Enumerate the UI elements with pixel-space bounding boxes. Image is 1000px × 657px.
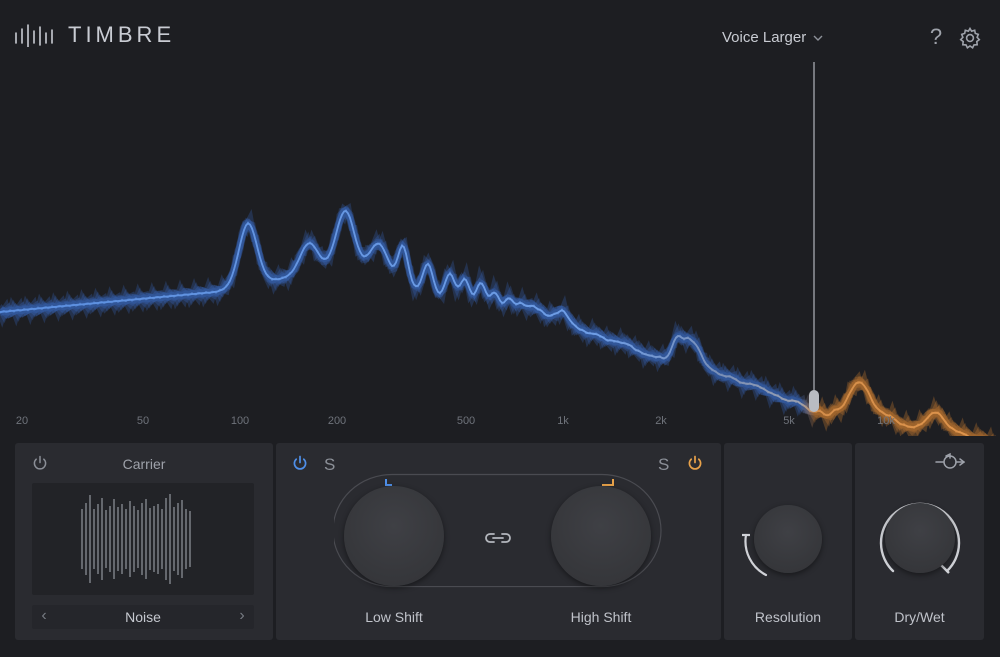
low-shift-knob[interactable] — [344, 486, 444, 586]
low-shift-label: Low Shift — [365, 609, 423, 625]
low-power-icon[interactable] — [291, 454, 309, 472]
high-shift-knob[interactable] — [551, 486, 651, 586]
carrier-name[interactable]: Noise — [32, 609, 254, 625]
link-icon[interactable] — [483, 530, 513, 546]
preset-dropdown[interactable]: Voice Larger — [722, 29, 824, 46]
crossover-handle[interactable] — [809, 390, 819, 412]
drywet-knob[interactable] — [885, 503, 955, 573]
freq-label: 10k — [877, 415, 895, 427]
freq-label: 200 — [327, 415, 347, 427]
gear-icon[interactable] — [958, 26, 982, 50]
app-logo: TIMBRE — [14, 22, 175, 48]
drywet-panel: Dry/Wet — [855, 443, 984, 640]
freq-label: 20 — [15, 415, 29, 427]
header: TIMBRE Voice Larger ? — [0, 0, 1000, 62]
freq-label: 1k — [557, 415, 569, 427]
resolution-panel: Resolution — [724, 443, 852, 640]
spectrum-display[interactable] — [0, 62, 1000, 436]
drywet-label: Dry/Wet — [894, 609, 945, 625]
spectrum-glow-trace — [0, 202, 996, 436]
carrier-title: Carrier — [122, 456, 166, 472]
next-carrier-button[interactable]: › — [232, 607, 252, 625]
freq-label: 50 — [136, 415, 150, 427]
freq-label: 5k — [783, 415, 795, 427]
high-power-icon[interactable] — [686, 454, 704, 472]
freq-label: 100 — [230, 415, 250, 427]
shift-panel: S S Low Shift High Shift — [276, 443, 721, 640]
freq-label: 2k — [655, 415, 667, 427]
resolution-knob[interactable] — [754, 505, 822, 573]
carrier-panel: Carrier ‹ Noise › — [15, 443, 273, 640]
frequency-axis: 20 50 100 200 500 1k 2k 5k 10k — [0, 415, 1000, 431]
bars-logo-icon — [15, 24, 53, 47]
feedback-route-icon[interactable] — [935, 452, 966, 471]
chevron-down-icon — [812, 29, 824, 46]
high-shift-label: High Shift — [570, 609, 632, 625]
carrier-waveform — [32, 483, 254, 595]
resolution-label: Resolution — [754, 609, 822, 625]
preset-label: Voice Larger — [722, 29, 807, 46]
app-title: TIMBRE — [68, 22, 176, 47]
help-icon[interactable]: ? — [926, 24, 946, 50]
freq-label: 500 — [456, 415, 476, 427]
carrier-selector: ‹ Noise › — [32, 605, 254, 629]
